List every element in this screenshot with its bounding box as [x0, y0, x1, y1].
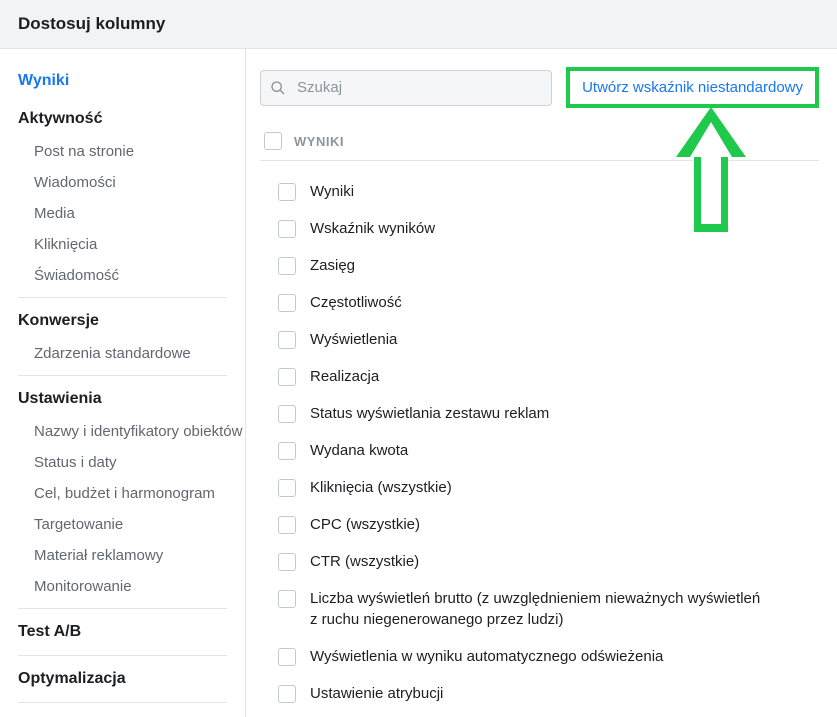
check-item: CPC (wszystkie)	[260, 506, 819, 543]
check-label: Wskaźnik wyników	[310, 218, 435, 239]
sidebar-item-swiadomosc[interactable]: Świadomość	[0, 260, 245, 291]
check-label: Wyświetlenia	[310, 329, 397, 350]
sidebar-group-wyniki[interactable]: Wyniki	[0, 64, 245, 98]
check-list: Wyniki Wskaźnik wyników Zasięg Częstotli…	[260, 173, 819, 712]
check-item: Ustawienie atrybucji	[260, 675, 819, 712]
search-wrap	[260, 70, 552, 106]
check-label: Wyniki	[310, 181, 354, 202]
sidebar-group-konwersje[interactable]: Konwersje	[0, 304, 245, 338]
search-input[interactable]	[260, 70, 552, 106]
sidebar-divider	[18, 297, 227, 298]
section-header-label: WYNIKI	[294, 134, 344, 149]
check-label: Wydana kwota	[310, 440, 408, 461]
sidebar-item-nazwy-identyfikatory[interactable]: Nazwy i identyfikatory obiektów	[0, 416, 245, 447]
sidebar-item-status-daty[interactable]: Status i daty	[0, 447, 245, 478]
checkbox[interactable]	[278, 685, 296, 703]
sidebar-item-klikniecia[interactable]: Kliknięcia	[0, 229, 245, 260]
sidebar-item-material-reklamowy[interactable]: Materiał reklamowy	[0, 540, 245, 571]
sidebar: Wyniki Aktywność Post na stronie Wiadomo…	[0, 49, 246, 717]
check-item: Kliknięcia (wszystkie)	[260, 469, 819, 506]
check-item: Liczba wyświetleń brutto (z uwzględnieni…	[260, 580, 819, 638]
check-label: Liczba wyświetleń brutto (z uwzględnieni…	[310, 588, 770, 630]
main-panel: Utwórz wskaźnik niestandardowy WYNIKI Wy…	[246, 49, 837, 717]
search-icon	[270, 80, 286, 96]
sidebar-item-wiadomosci[interactable]: Wiadomości	[0, 167, 245, 198]
sidebar-divider	[18, 375, 227, 376]
sidebar-divider	[18, 702, 227, 703]
sidebar-item-post-na-stronie[interactable]: Post na stronie	[0, 136, 245, 167]
create-custom-metric-button[interactable]: Utwórz wskaźnik niestandardowy	[566, 67, 819, 108]
check-item: Częstotliwość	[260, 284, 819, 321]
checkbox[interactable]	[278, 183, 296, 201]
sidebar-divider	[18, 608, 227, 609]
checkbox[interactable]	[278, 479, 296, 497]
check-label: Częstotliwość	[310, 292, 402, 313]
sidebar-group-ustawienia[interactable]: Ustawienia	[0, 382, 245, 416]
check-label: Status wyświetlania zestawu reklam	[310, 403, 549, 424]
check-item: Wyświetlenia w wyniku automatycznego odś…	[260, 638, 819, 675]
checkbox[interactable]	[278, 648, 296, 666]
check-label: Wyświetlenia w wyniku automatycznego odś…	[310, 646, 663, 667]
check-label: Zasięg	[310, 255, 355, 276]
check-label: CPC (wszystkie)	[310, 514, 420, 535]
check-item: Realizacja	[260, 358, 819, 395]
checkbox[interactable]	[278, 516, 296, 534]
check-label: Ustawienie atrybucji	[310, 683, 443, 704]
select-all-checkbox[interactable]	[264, 132, 282, 150]
sidebar-group-test-ab[interactable]: Test A/B	[0, 615, 245, 649]
check-item: CTR (wszystkie)	[260, 543, 819, 580]
checkbox[interactable]	[278, 257, 296, 275]
check-item: Wydana kwota	[260, 432, 819, 469]
dialog-title: Dostosuj kolumny	[18, 14, 819, 34]
check-item: Zasięg	[260, 247, 819, 284]
check-label: Kliknięcia (wszystkie)	[310, 477, 452, 498]
checkbox[interactable]	[278, 220, 296, 238]
section-header: WYNIKI	[260, 126, 819, 161]
check-item: Status wyświetlania zestawu reklam	[260, 395, 819, 432]
sidebar-divider	[18, 655, 227, 656]
check-label: Realizacja	[310, 366, 379, 387]
checkbox[interactable]	[278, 442, 296, 460]
check-item: Wskaźnik wyników	[260, 210, 819, 247]
sidebar-item-cel-budzet[interactable]: Cel, budżet i harmonogram	[0, 478, 245, 509]
checkbox[interactable]	[278, 294, 296, 312]
checkbox[interactable]	[278, 405, 296, 423]
checkbox[interactable]	[278, 590, 296, 608]
sidebar-item-media[interactable]: Media	[0, 198, 245, 229]
sidebar-item-zdarzenia-standardowe[interactable]: Zdarzenia standardowe	[0, 338, 245, 369]
checkbox[interactable]	[278, 553, 296, 571]
check-item: Wyniki	[260, 173, 819, 210]
check-item: Wyświetlenia	[260, 321, 819, 358]
check-label: CTR (wszystkie)	[310, 551, 419, 572]
sidebar-group-aktywnosc[interactable]: Aktywność	[0, 102, 245, 136]
dialog-header: Dostosuj kolumny	[0, 0, 837, 49]
sidebar-item-monitorowanie[interactable]: Monitorowanie	[0, 571, 245, 602]
sidebar-item-targetowanie[interactable]: Targetowanie	[0, 509, 245, 540]
sidebar-group-optymalizacja[interactable]: Optymalizacja	[0, 662, 245, 696]
checkbox[interactable]	[278, 368, 296, 386]
checkbox[interactable]	[278, 331, 296, 349]
